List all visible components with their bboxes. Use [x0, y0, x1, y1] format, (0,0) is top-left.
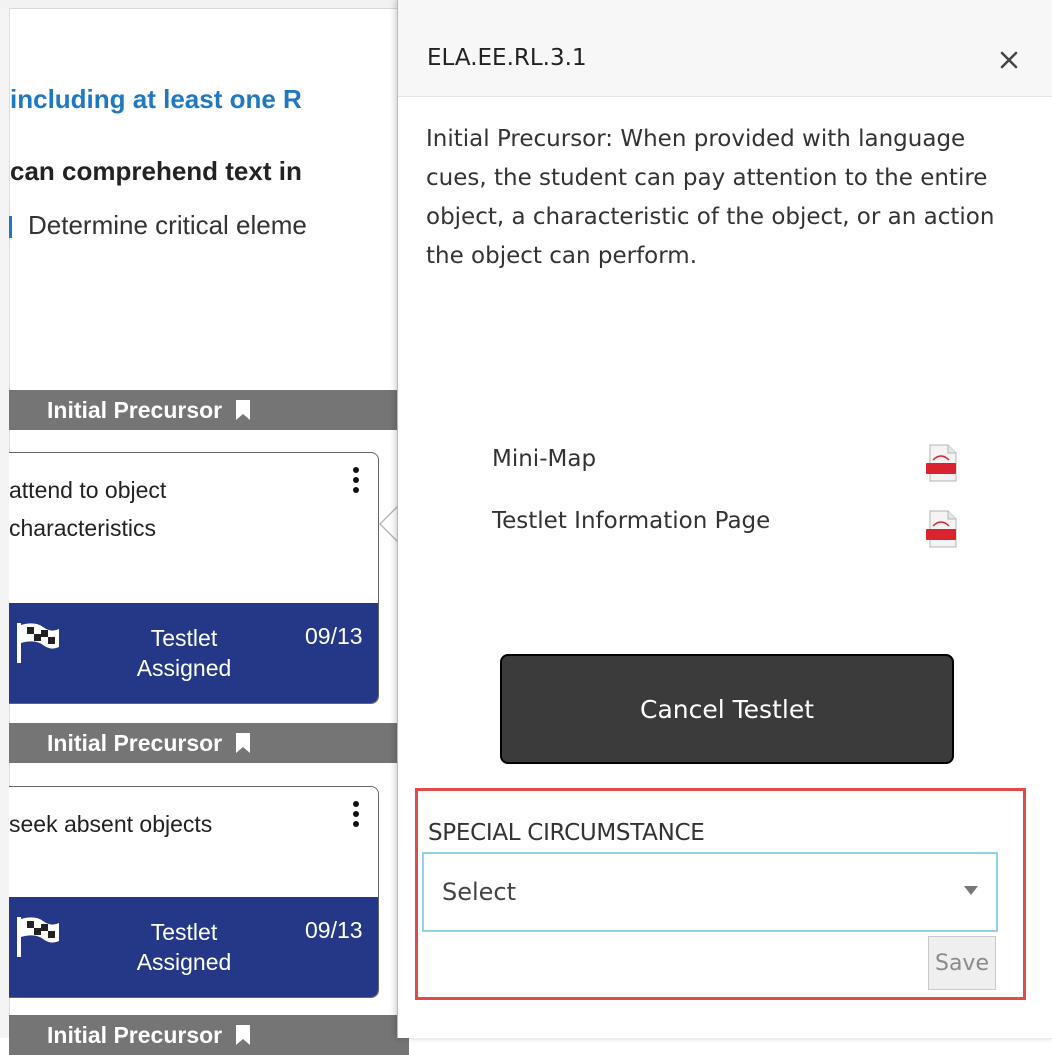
testlet-date: 09/13: [305, 623, 363, 649]
standard-text: Determine critical eleme: [28, 210, 307, 240]
popover-title: ELA.EE.RL.3.1: [427, 45, 587, 71]
level-header-initial-precursor: Initial Precursor: [9, 723, 409, 763]
linkage-card[interactable]: seek absent objects Testlet Assigned 09/…: [9, 786, 379, 998]
popover-description: Initial Precursor: When provided with la…: [426, 126, 995, 269]
popover-pointer-fill: [381, 508, 397, 540]
card-text: attend to object characteristics: [9, 477, 167, 541]
annotation-highlight-box: [415, 788, 1026, 1000]
blue-marker: [9, 216, 12, 238]
checkered-flag-icon: [17, 623, 59, 663]
more-options-icon[interactable]: [352, 467, 360, 497]
popover-header: ELA.EE.RL.3.1: [398, 0, 1052, 97]
testlet-status-label: Testlet Assigned: [136, 625, 232, 681]
more-options-icon[interactable]: [352, 801, 360, 831]
testlet-status-label: Testlet Assigned: [136, 919, 232, 975]
linkage-card[interactable]: attend to object characteristics Testlet…: [9, 452, 379, 704]
level-label: Initial Precursor: [47, 729, 223, 756]
pdf-icon[interactable]: [925, 444, 959, 482]
testlet-status-bar: Testlet Assigned 09/13: [9, 603, 378, 703]
level-label: Initial Precursor: [47, 396, 223, 423]
level-label: Initial Precursor: [47, 1021, 223, 1048]
bookmark-icon: [236, 400, 251, 420]
testlet-status-bar: Testlet Assigned 09/13: [9, 897, 378, 997]
level-header-initial-precursor: Initial Precursor: [9, 390, 409, 430]
essential-element-text: can comprehend text in: [10, 156, 302, 186]
bookmark-icon: [236, 1025, 251, 1045]
pdf-icon[interactable]: [925, 510, 959, 548]
bookmark-icon: [236, 733, 251, 753]
checkered-flag-icon: [17, 917, 59, 957]
doc-link-testlet-information-page[interactable]: Testlet Information Page: [492, 508, 770, 534]
level-header-initial-precursor: Initial Precursor: [9, 1015, 409, 1055]
close-icon[interactable]: [995, 46, 1023, 74]
card-text: seek absent objects: [9, 811, 213, 837]
section-heading: including at least one R: [10, 84, 302, 114]
doc-link-mini-map[interactable]: Mini-Map: [492, 446, 596, 472]
cancel-testlet-button[interactable]: Cancel Testlet: [500, 654, 954, 764]
testlet-date: 09/13: [305, 917, 363, 943]
